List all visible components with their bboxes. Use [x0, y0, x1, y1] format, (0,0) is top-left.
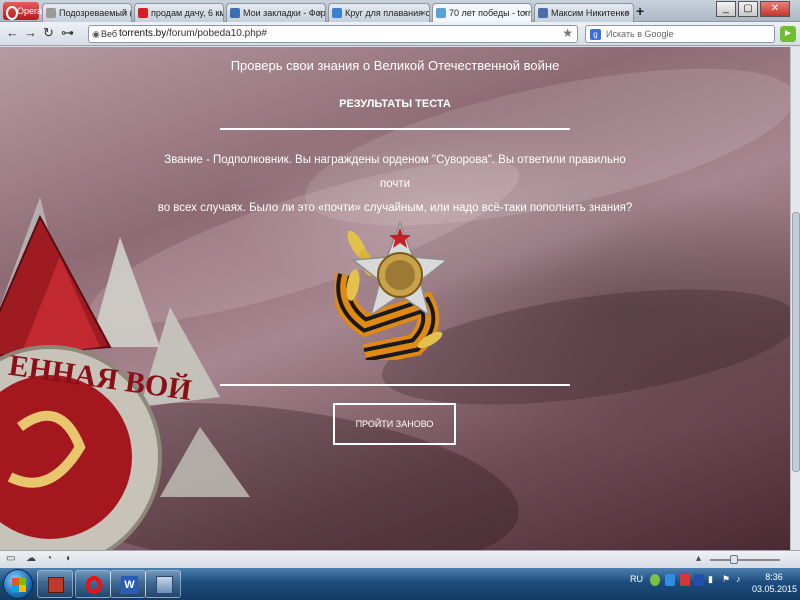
taskbar: W RU ▮ ⚑ ♪ 8:36 03.05.2015: [0, 568, 800, 600]
tab-favicon-icon: [230, 8, 240, 18]
divider-top: [220, 128, 570, 130]
tab-close-icon[interactable]: ×: [625, 4, 630, 22]
zoom-out-icon[interactable]: ▴: [696, 553, 701, 564]
zoom-slider[interactable]: [710, 559, 780, 561]
divider-bottom: [220, 384, 570, 386]
url-domain: torrents.by: [119, 28, 167, 39]
tab-label: Мои закладки - Фору...: [243, 8, 326, 18]
word-icon: W: [121, 576, 138, 594]
tab-6[interactable]: Максим Никитенко ×: [534, 3, 634, 22]
flag-icon[interactable]: ⚑: [722, 574, 730, 585]
taskbar-app-word[interactable]: W: [110, 570, 146, 598]
tab-label: Максим Никитенко: [551, 8, 630, 18]
order-patriotic-war-image: ЕННАЯ ВОЙ: [0, 197, 250, 550]
url-path: /forum/pobeda10.php#: [166, 28, 267, 39]
network-icon[interactable]: ▮: [708, 574, 713, 585]
web-label: Веб: [101, 29, 118, 39]
zoom-slider-knob[interactable]: [730, 555, 738, 564]
search-field[interactable]: g Искать в Google: [585, 25, 775, 43]
order-of-suvorov-icon: [335, 220, 449, 360]
speed-dial-icon[interactable]: ◔: [46, 553, 52, 564]
quiz-title: Проверь свои знания о Великой Отечествен…: [230, 58, 560, 73]
bookmark-star-icon[interactable]: ★: [562, 26, 573, 40]
result-line: Звание - Подполковник. Вы награждены орд…: [164, 154, 626, 190]
volume-icon[interactable]: ♪: [736, 574, 741, 584]
windows-logo-icon: [12, 578, 26, 592]
tab-label: Круг для плавания с с...: [345, 8, 430, 18]
go-arrow-icon[interactable]: ►: [780, 26, 796, 42]
tab-4[interactable]: Круг для плавания с с... ×: [328, 3, 430, 22]
panel-toggle-icon[interactable]: ▭: [6, 553, 15, 564]
tab-5-active[interactable]: 70 лет победы - torren... ×: [432, 3, 532, 22]
tab-label: Подозреваемый (3 ...: [59, 8, 131, 18]
tray-app-icon[interactable]: [680, 574, 690, 586]
result-text: Звание - Подполковник. Вы награждены орд…: [150, 148, 640, 220]
taskbar-app-control-panel[interactable]: [145, 570, 181, 598]
taskbar-app-save[interactable]: [37, 570, 73, 598]
clock-time: 8:36: [765, 572, 783, 582]
tab-1[interactable]: Подозреваемый (3 ... ×: [42, 3, 132, 22]
taskbar-app-opera[interactable]: [75, 570, 111, 598]
tab-close-icon[interactable]: ×: [123, 4, 128, 22]
status-bar: ▭ ☁ ◔ ◐ ▴: [0, 550, 800, 568]
system-clock[interactable]: 8:36 03.05.2015: [752, 571, 798, 595]
tab-favicon-icon: [538, 8, 548, 18]
turbo-icon[interactable]: ◐: [66, 553, 72, 564]
address-field[interactable]: ◉ Веб torrents.by/forum/pobeda10.php# ★: [88, 25, 578, 43]
page-content: ЕННАЯ ВОЙ Проверь свои знания о Великой …: [0, 47, 790, 550]
new-tab-button[interactable]: +: [636, 3, 644, 19]
tray-app-icon[interactable]: [694, 574, 704, 586]
search-placeholder: Искать в Google: [606, 29, 674, 39]
address-toolbar: ← → ↻ ⊶ ◉ Веб torrents.by/forum/pobeda10…: [0, 22, 800, 46]
vertical-scrollbar[interactable]: [790, 47, 800, 550]
suvorov-portrait: [385, 260, 415, 290]
tab-3[interactable]: Мои закладки - Фору... ×: [226, 3, 326, 22]
maximize-button[interactable]: ▢: [738, 1, 758, 17]
tab-favicon-icon: [332, 8, 342, 18]
tab-favicon-icon: [436, 8, 446, 18]
clock-date: 03.05.2015: [752, 584, 798, 594]
tab-2[interactable]: продам дачу, 6 км ... ×: [134, 3, 224, 22]
program-window-icon: [156, 576, 173, 594]
tab-label: 70 лет победы - torren...: [449, 8, 532, 18]
globe-icon: ◉: [92, 29, 100, 39]
reload-icon[interactable]: ↻: [43, 25, 54, 41]
results-heading: РЕЗУЛЬТАТЫ ТЕСТА: [339, 98, 451, 110]
back-arrow-icon[interactable]: ←: [6, 25, 19, 40]
tab-label: продам дачу, 6 км ...: [151, 8, 223, 18]
tab-close-icon[interactable]: ×: [421, 4, 426, 22]
retry-button[interactable]: ПРОЙТИ ЗАНОВО: [333, 403, 456, 445]
opera-menu-button[interactable]: Opera: [3, 2, 42, 20]
opera-icon: [86, 576, 102, 594]
tab-close-icon[interactable]: ×: [317, 4, 322, 22]
tab-favicon-icon: [46, 8, 56, 18]
language-indicator[interactable]: RU: [630, 574, 643, 584]
tab-close-icon[interactable]: ×: [215, 4, 220, 22]
minimize-button[interactable]: _: [716, 1, 736, 17]
tray-app-icon[interactable]: [665, 574, 675, 586]
google-icon[interactable]: g: [590, 29, 601, 40]
tab-bar: Opera Подозреваемый (3 ... × продам дачу…: [0, 0, 800, 22]
close-window-button[interactable]: ✕: [760, 1, 790, 17]
floppy-disk-icon: [48, 577, 64, 593]
forward-arrow-icon[interactable]: →: [24, 25, 37, 40]
start-button[interactable]: [3, 569, 33, 599]
url-text[interactable]: torrents.by/forum/pobeda10.php#: [119, 28, 267, 39]
tray-app-icon[interactable]: [650, 574, 660, 586]
scrollbar-thumb[interactable]: [792, 212, 800, 472]
tab-close-icon[interactable]: ×: [523, 4, 528, 22]
cloud-icon[interactable]: ☁: [26, 553, 36, 564]
tab-favicon-icon: [138, 8, 148, 18]
key-icon[interactable]: ⊶: [61, 25, 74, 41]
